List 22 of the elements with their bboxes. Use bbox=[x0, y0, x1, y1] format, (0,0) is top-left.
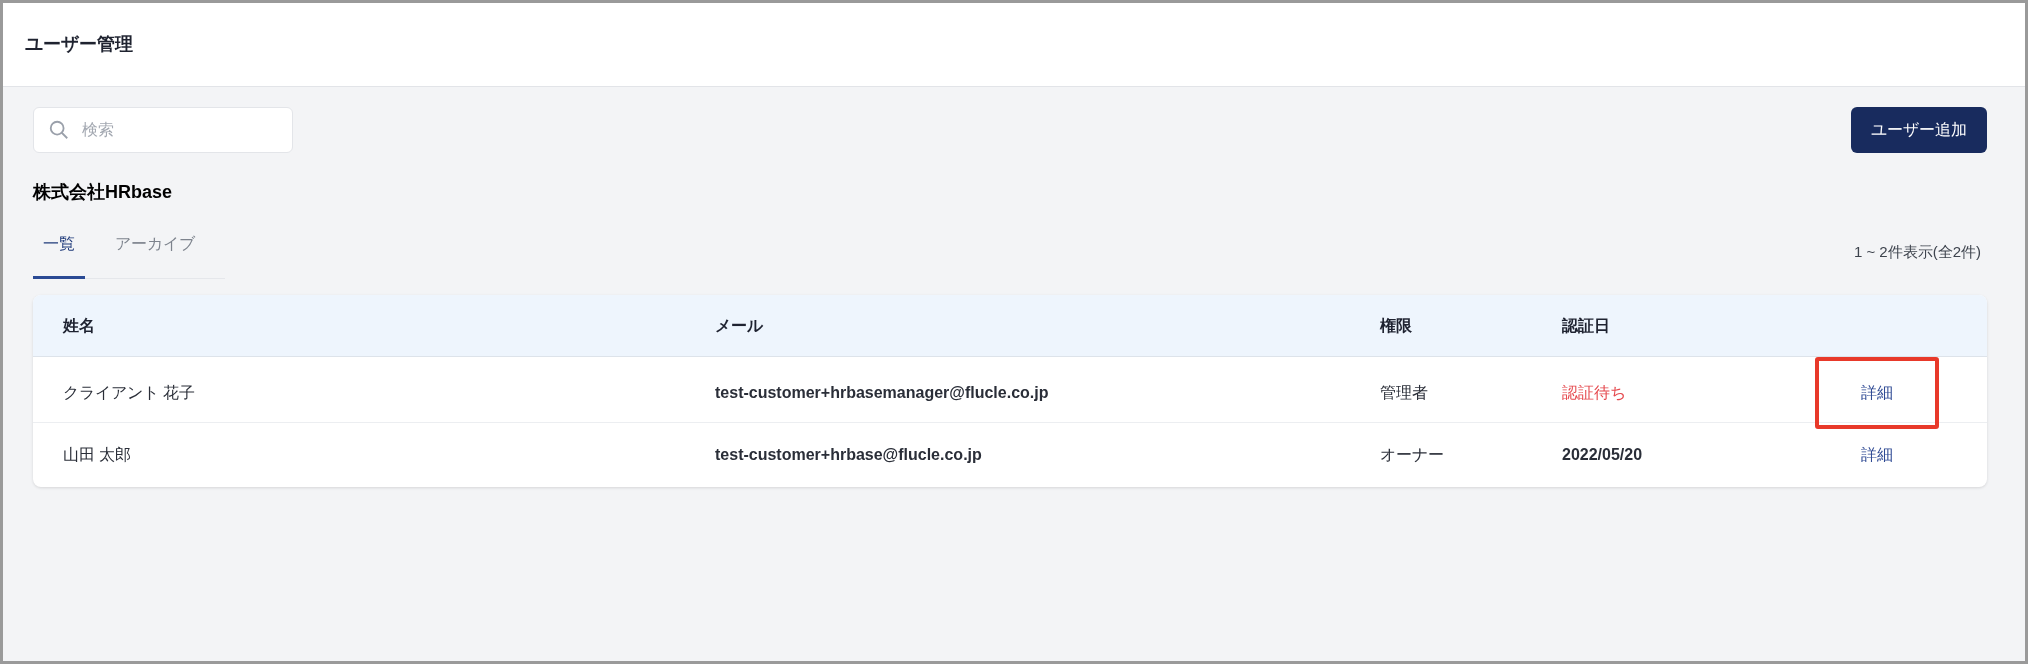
table-cell-text: オーナー bbox=[1380, 445, 1445, 465]
detail-link[interactable]: 詳細 bbox=[1815, 357, 1939, 429]
table-cell-text: 山田 太郎 bbox=[63, 445, 133, 465]
column-header: 認証日 bbox=[1562, 315, 1611, 336]
tab[interactable]: アーカイブ bbox=[105, 232, 205, 279]
table-cell-text: 2022/05/20 bbox=[1562, 445, 1644, 465]
search-field[interactable]: 検索 bbox=[33, 107, 293, 153]
tab[interactable]: 一覧 bbox=[33, 232, 85, 279]
table-cell-text: test-customer+hrbase@flucle.co.jp bbox=[715, 445, 983, 465]
table-cell-text: 管理者 bbox=[1380, 383, 1429, 403]
status-text: 認証待ち bbox=[1562, 383, 1627, 403]
table-cell-text: test-customer+hrbasemanager@flucle.co.jp bbox=[715, 383, 1050, 403]
table-cell-text: クライアント 花子 bbox=[63, 383, 197, 403]
column-header: 姓名 bbox=[63, 315, 96, 336]
detail-link[interactable]: 詳細 bbox=[1815, 443, 1939, 467]
result-count: 1 ~ 2件表示(全2件) bbox=[1853, 241, 1981, 262]
column-header: メール bbox=[715, 315, 764, 336]
page-title: ユーザー管理 bbox=[25, 33, 133, 56]
search-icon bbox=[48, 119, 70, 141]
add-user-button[interactable]: ユーザー追加 bbox=[1851, 107, 1987, 153]
company-name: 株式会社HRbase bbox=[33, 181, 174, 204]
column-header: 権限 bbox=[1380, 315, 1413, 336]
